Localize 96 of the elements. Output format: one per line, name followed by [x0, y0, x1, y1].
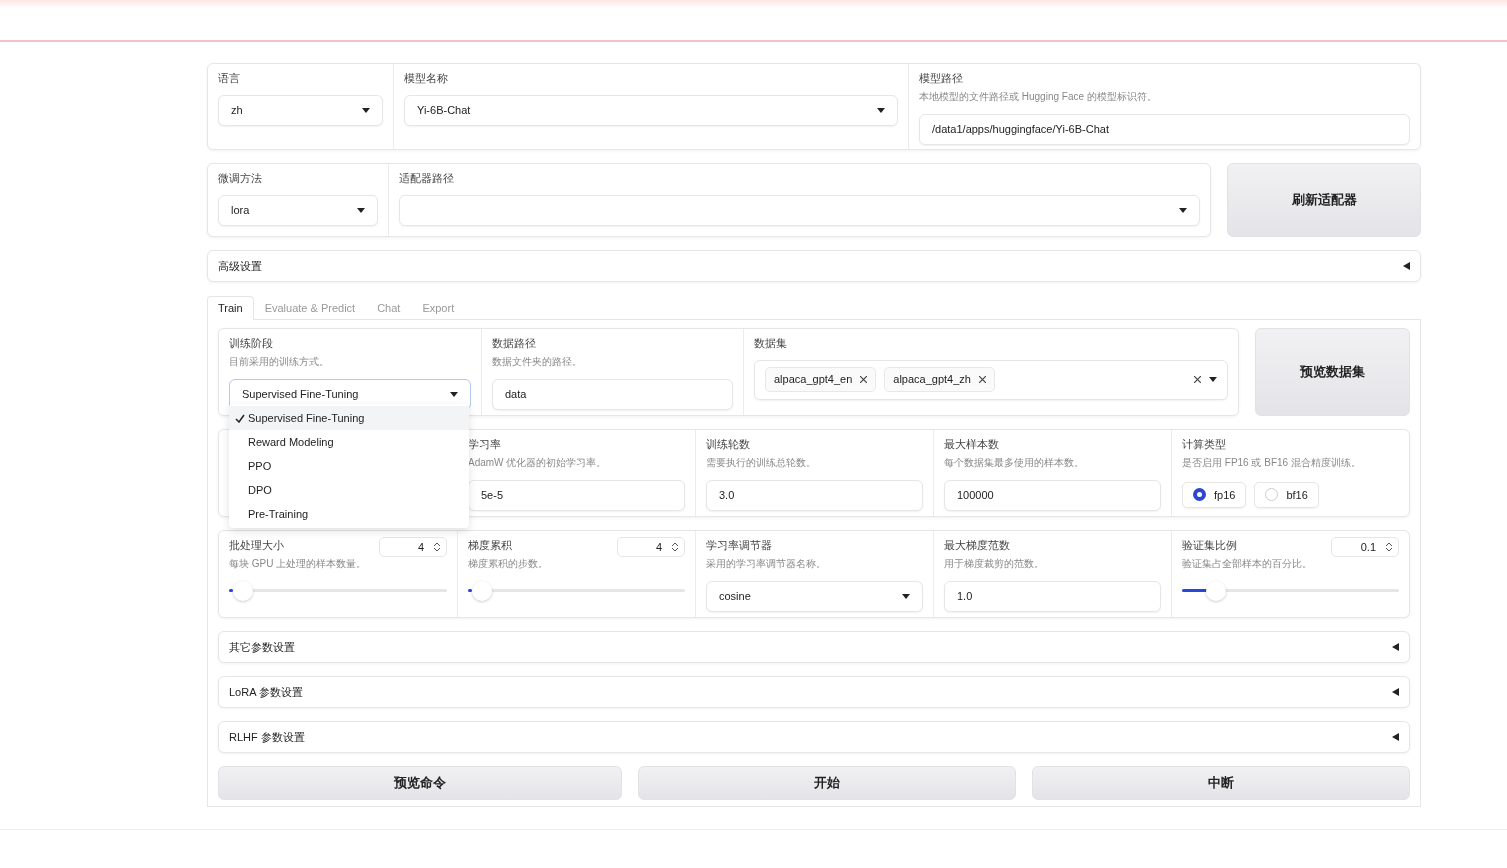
input-field[interactable]: data	[492, 378, 733, 410]
close-icon	[979, 376, 986, 383]
dropdown-option[interactable]: Pre-Training	[229, 502, 469, 526]
dropdown[interactable]: Yi-6B-Chat	[404, 94, 898, 126]
dropdown-caret-icon	[362, 107, 370, 113]
tag-chip[interactable]: alpaca_gpt4_zh	[884, 367, 995, 392]
action-button[interactable]: 预览命令	[218, 766, 622, 800]
slider-thumb[interactable]	[1205, 580, 1226, 601]
tag-chip[interactable]: alpaca_gpt4_en	[765, 367, 877, 392]
dropdown-caret-icon	[1179, 207, 1187, 213]
check-icon	[235, 413, 245, 423]
dropdown[interactable]: cosine	[706, 580, 923, 612]
number-input[interactable]: 4	[617, 537, 685, 557]
accordion-header[interactable]: 其它参数设置	[218, 631, 1410, 663]
number-value: 0.1	[1360, 539, 1376, 555]
field-label: 模型路径	[919, 71, 963, 86]
spinner-icon	[434, 542, 440, 552]
dropdown-caret-icon	[357, 207, 365, 213]
multiselect-field[interactable]: alpaca_gpt4_en alpaca_gpt4_zh	[754, 359, 1228, 400]
dropdown[interactable]: lora	[218, 194, 378, 226]
field-label: 梯度累积	[468, 538, 512, 553]
field-hint: 是否启用 FP16 或 BF16 混合精度训练。	[1182, 455, 1362, 470]
accordion-title: 其它参数设置	[229, 639, 295, 655]
field-hint: 用于梯度裁剪的范数。	[944, 556, 1045, 571]
accordion-title: RLHF 参数设置	[229, 729, 305, 745]
accordion-header[interactable]: RLHF 参数设置	[218, 721, 1410, 753]
dropdown-caret-icon	[902, 593, 910, 599]
dropdown-option[interactable]: Supervised Fine-Tuning	[229, 406, 469, 430]
accordion-title: LoRA 参数设置	[229, 684, 303, 700]
dropdown-value: zh	[231, 102, 243, 118]
radio-option[interactable]: bf16	[1254, 481, 1319, 508]
radio-label: bf16	[1286, 487, 1308, 503]
field-hint: 本地模型的文件路径或 Hugging Face 的模型标识符。	[919, 89, 1158, 104]
field-label: 验证集比例	[1182, 538, 1237, 553]
field-label: 批处理大小	[229, 538, 284, 553]
input-field[interactable]: 3.0	[706, 479, 923, 511]
slider-thumb[interactable]	[471, 580, 492, 601]
field-label: 适配器路径	[399, 171, 454, 186]
number-value: 4	[655, 539, 662, 555]
tag-label: alpaca_gpt4_en	[774, 372, 853, 388]
preview-dataset-button[interactable]: 预览数据集	[1255, 328, 1410, 416]
input-field[interactable]: /data1/apps/huggingface/Yi-6B-Chat	[919, 113, 1410, 145]
field-label: 计算类型	[1182, 437, 1226, 452]
field-hint: 验证集占全部样本的百分比。	[1182, 556, 1313, 571]
field-label: 微调方法	[218, 171, 262, 186]
number-value: 4	[417, 539, 424, 555]
accordion-title: 高级设置	[218, 258, 262, 274]
input-field[interactable]: 1.0	[944, 580, 1161, 612]
field-hint: 每块 GPU 上处理的样本数量。	[229, 556, 368, 571]
input-field[interactable]: 100000	[944, 479, 1161, 511]
field-label: 数据路径	[492, 336, 536, 351]
tab[interactable]: Train	[207, 296, 254, 320]
dropdown-caret-icon	[450, 391, 458, 397]
dropdown-option[interactable]: Reward Modeling	[229, 430, 469, 454]
dropdown-caret-icon	[1209, 377, 1217, 382]
accordion-header[interactable]: LoRA 参数设置	[218, 676, 1410, 708]
field-label: 模型名称	[404, 71, 448, 86]
spinner-icon	[672, 542, 678, 552]
field-hint: 采用的学习率调节器名称。	[706, 556, 827, 571]
dropdown[interactable]: zh	[218, 94, 383, 126]
field-label: 学习率调节器	[706, 538, 772, 553]
number-input[interactable]: 4	[379, 537, 447, 557]
field-hint: 数据文件夹的路径。	[492, 354, 583, 369]
dropdown[interactable]	[399, 194, 1200, 226]
field-label: 训练阶段	[229, 336, 273, 351]
dropdown-option[interactable]: PPO	[229, 454, 469, 478]
dropdown-value: Yi-6B-Chat	[417, 102, 471, 118]
input-field[interactable]: 5e-5	[468, 479, 685, 511]
action-button[interactable]: 中断	[1032, 766, 1410, 800]
slider-thumb[interactable]	[232, 580, 253, 601]
dropdown-caret-icon	[877, 107, 885, 113]
field-hint: AdamW 优化器的初始学习率。	[468, 455, 608, 470]
radio-label: fp16	[1214, 487, 1236, 503]
field-label: 语言	[218, 71, 240, 86]
dropdown-option[interactable]: DPO	[229, 478, 469, 502]
field-hint: 梯度累积的步数。	[468, 556, 549, 571]
dropdown-value: cosine	[719, 588, 751, 604]
number-input[interactable]: 0.1	[1331, 537, 1399, 557]
field-hint: 需要执行的训练总轮数。	[706, 455, 817, 470]
accordion-header[interactable]: 高级设置	[207, 250, 1421, 282]
spinner-icon	[1386, 542, 1392, 552]
dropdown-value: Supervised Fine-Tuning	[242, 386, 359, 402]
refresh-adapter-button[interactable]: 刷新适配器	[1227, 163, 1421, 237]
field-hint: 目前采用的训练方式。	[229, 354, 330, 369]
field-label: 最大样本数	[944, 437, 999, 452]
radio-button[interactable]	[1193, 488, 1206, 502]
close-icon	[1194, 376, 1201, 383]
field-label: 最大梯度范数	[944, 538, 1010, 553]
field-hint: 每个数据集最多使用的样本数。	[944, 455, 1085, 470]
field-label: 数据集	[754, 336, 787, 351]
close-icon	[860, 376, 868, 383]
dropdown-value: lora	[231, 202, 250, 218]
tag-label: alpaca_gpt4_zh	[893, 372, 971, 388]
field-label: 训练轮数	[706, 437, 750, 452]
radio-option[interactable]: fp16	[1182, 481, 1247, 508]
action-button[interactable]: 开始	[638, 766, 1016, 800]
